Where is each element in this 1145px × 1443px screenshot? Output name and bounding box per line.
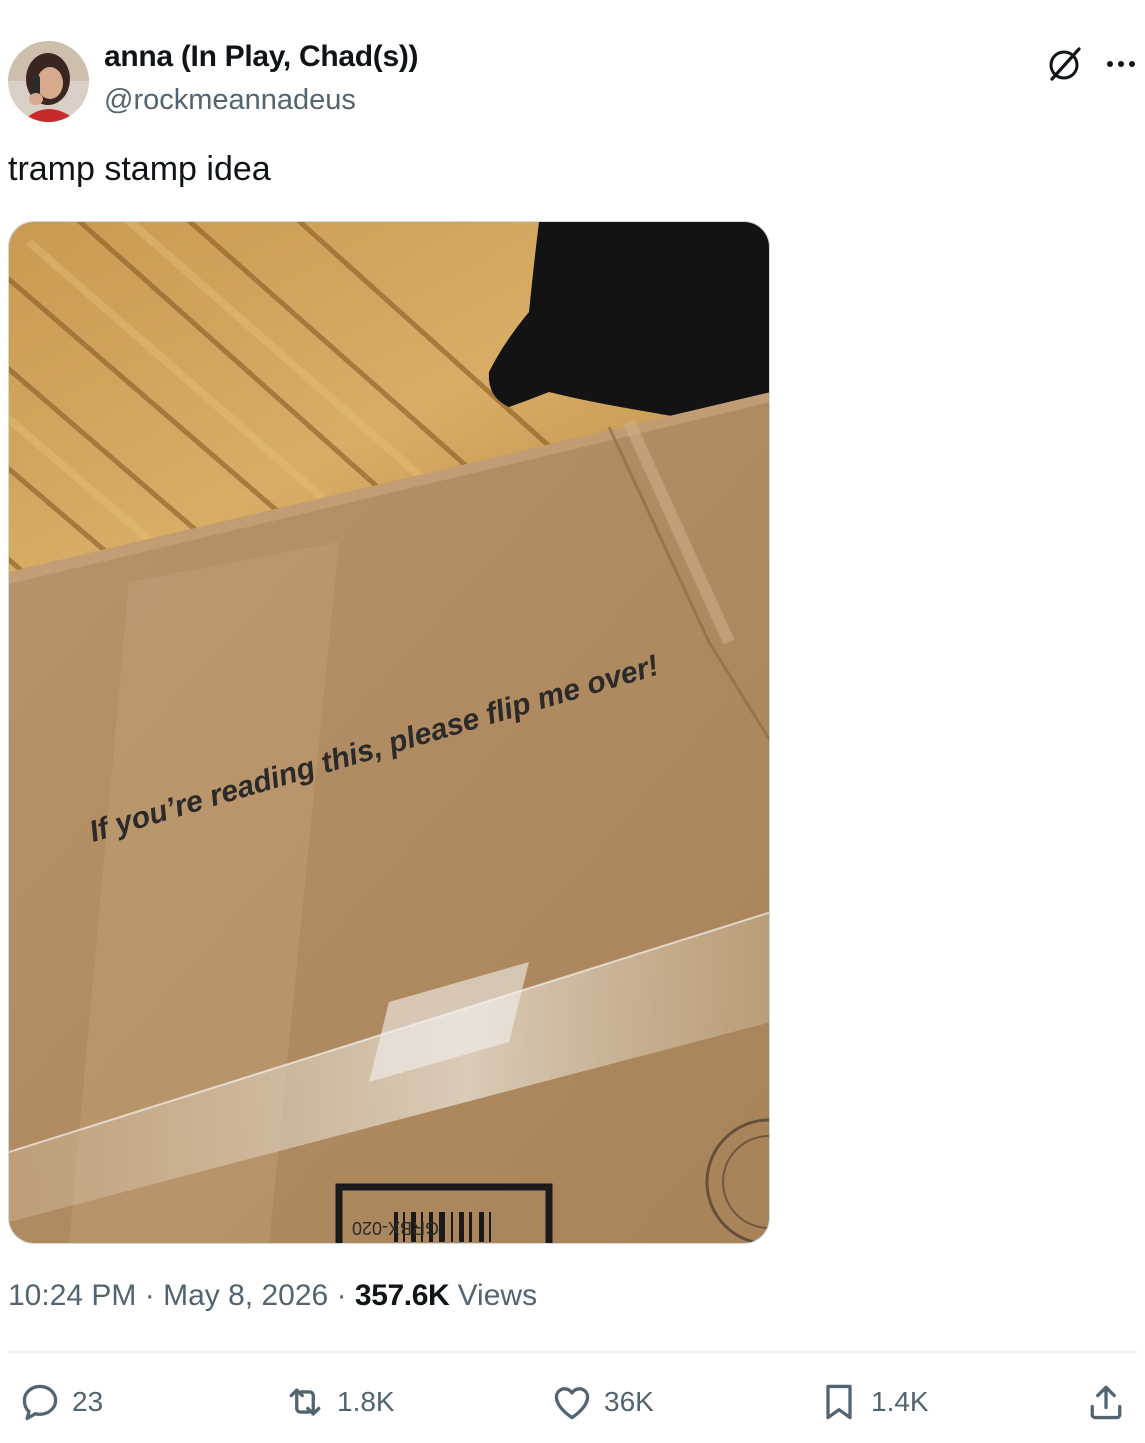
- share-button[interactable]: [1084, 1376, 1128, 1428]
- bookmark-count: 1.4K: [871, 1386, 929, 1417]
- meta-separator: ·: [336, 1279, 347, 1312]
- like-count: 36K: [604, 1386, 654, 1417]
- author-avatar[interactable]: [8, 41, 89, 122]
- bookmark-icon: [826, 1384, 852, 1420]
- views-label: Views: [457, 1279, 538, 1312]
- more-options-icon[interactable]: [1100, 43, 1142, 85]
- reply-icon: [22, 1384, 58, 1421]
- divider: [8, 1351, 1138, 1353]
- repost-icon: [289, 1388, 321, 1416]
- post-time[interactable]: 10:24 PM: [8, 1279, 136, 1312]
- share-icon: [1090, 1385, 1122, 1420]
- author-handle[interactable]: @rockmeannadeus: [104, 84, 356, 117]
- post-date[interactable]: May 8, 2026: [163, 1279, 328, 1312]
- like-button[interactable]: 36K: [550, 1376, 654, 1428]
- post-media-photo[interactable]: If you’re reading this, please flip me o…: [8, 221, 770, 1244]
- reply-count: 23: [72, 1386, 104, 1417]
- post-text: tramp stamp idea: [8, 150, 271, 188]
- grok-icon[interactable]: [1043, 43, 1085, 85]
- reply-button[interactable]: 23: [18, 1376, 103, 1428]
- like-icon: [554, 1387, 590, 1420]
- meta-separator: ·: [144, 1279, 155, 1312]
- views-count: 357.6K: [354, 1279, 450, 1312]
- author-display-name[interactable]: anna (In Play, Chad(s)): [104, 40, 419, 74]
- repost-button[interactable]: 1.8K: [283, 1376, 395, 1428]
- repost-count: 1.8K: [337, 1386, 395, 1417]
- post-meta: 10:24 PM · May 8, 2026 · 357.6K Views: [8, 1279, 537, 1313]
- bookmark-button[interactable]: 1.4K: [817, 1376, 929, 1428]
- box-code-label: GRBX-020: [352, 1218, 439, 1238]
